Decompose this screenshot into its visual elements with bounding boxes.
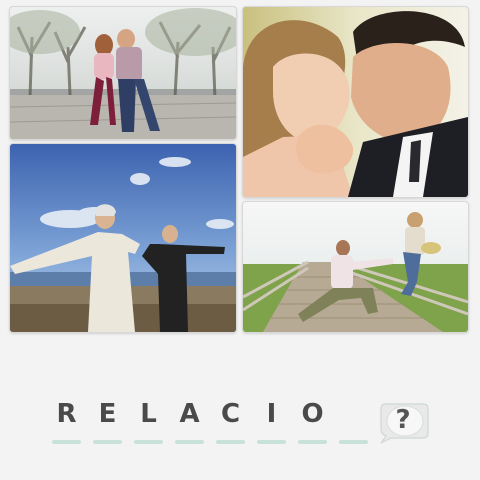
- photo-couple-park-image: [10, 7, 236, 139]
- answer-letter: O: [301, 399, 324, 429]
- photo-couple-closeup[interactable]: [243, 7, 468, 197]
- answer-letter: I: [266, 399, 277, 429]
- answer-slot[interactable]: L: [134, 396, 163, 446]
- answer-slot[interactable]: R: [52, 396, 81, 446]
- slot-underline: [52, 440, 81, 444]
- answer-slot[interactable]: O: [298, 396, 327, 446]
- answer-slot[interactable]: A: [175, 396, 204, 446]
- answer-letter: C: [220, 399, 241, 429]
- photo-elderly-beach[interactable]: [10, 144, 236, 332]
- answer-letter: R: [56, 399, 77, 429]
- photo-couple-closeup-image: [243, 7, 468, 197]
- slot-underline: [257, 440, 286, 444]
- slot-underline: [134, 440, 163, 444]
- slot-underline: [175, 440, 204, 444]
- slot-underline: [216, 440, 245, 444]
- photo-elderly-beach-image: [10, 144, 236, 332]
- answer-slot[interactable]: C: [216, 396, 245, 446]
- answer-slot-empty[interactable]: [339, 396, 368, 446]
- answer-row: R E L A C I O: [52, 396, 368, 446]
- answer-slot[interactable]: E: [93, 396, 122, 446]
- hint-button[interactable]: ?: [377, 400, 429, 444]
- answer-letter: E: [98, 399, 117, 429]
- slot-underline: [93, 440, 122, 444]
- photo-couple-park[interactable]: [10, 7, 236, 139]
- photo-proposal-boardwalk-image: [243, 202, 468, 332]
- slot-underline: [298, 440, 327, 444]
- slot-underline: [339, 440, 368, 444]
- answer-letter: A: [179, 399, 200, 429]
- photo-proposal-boardwalk[interactable]: [243, 202, 468, 332]
- question-mark-icon: ?: [395, 405, 411, 435]
- answer-slot[interactable]: I: [257, 396, 286, 446]
- answer-letter: L: [140, 399, 157, 429]
